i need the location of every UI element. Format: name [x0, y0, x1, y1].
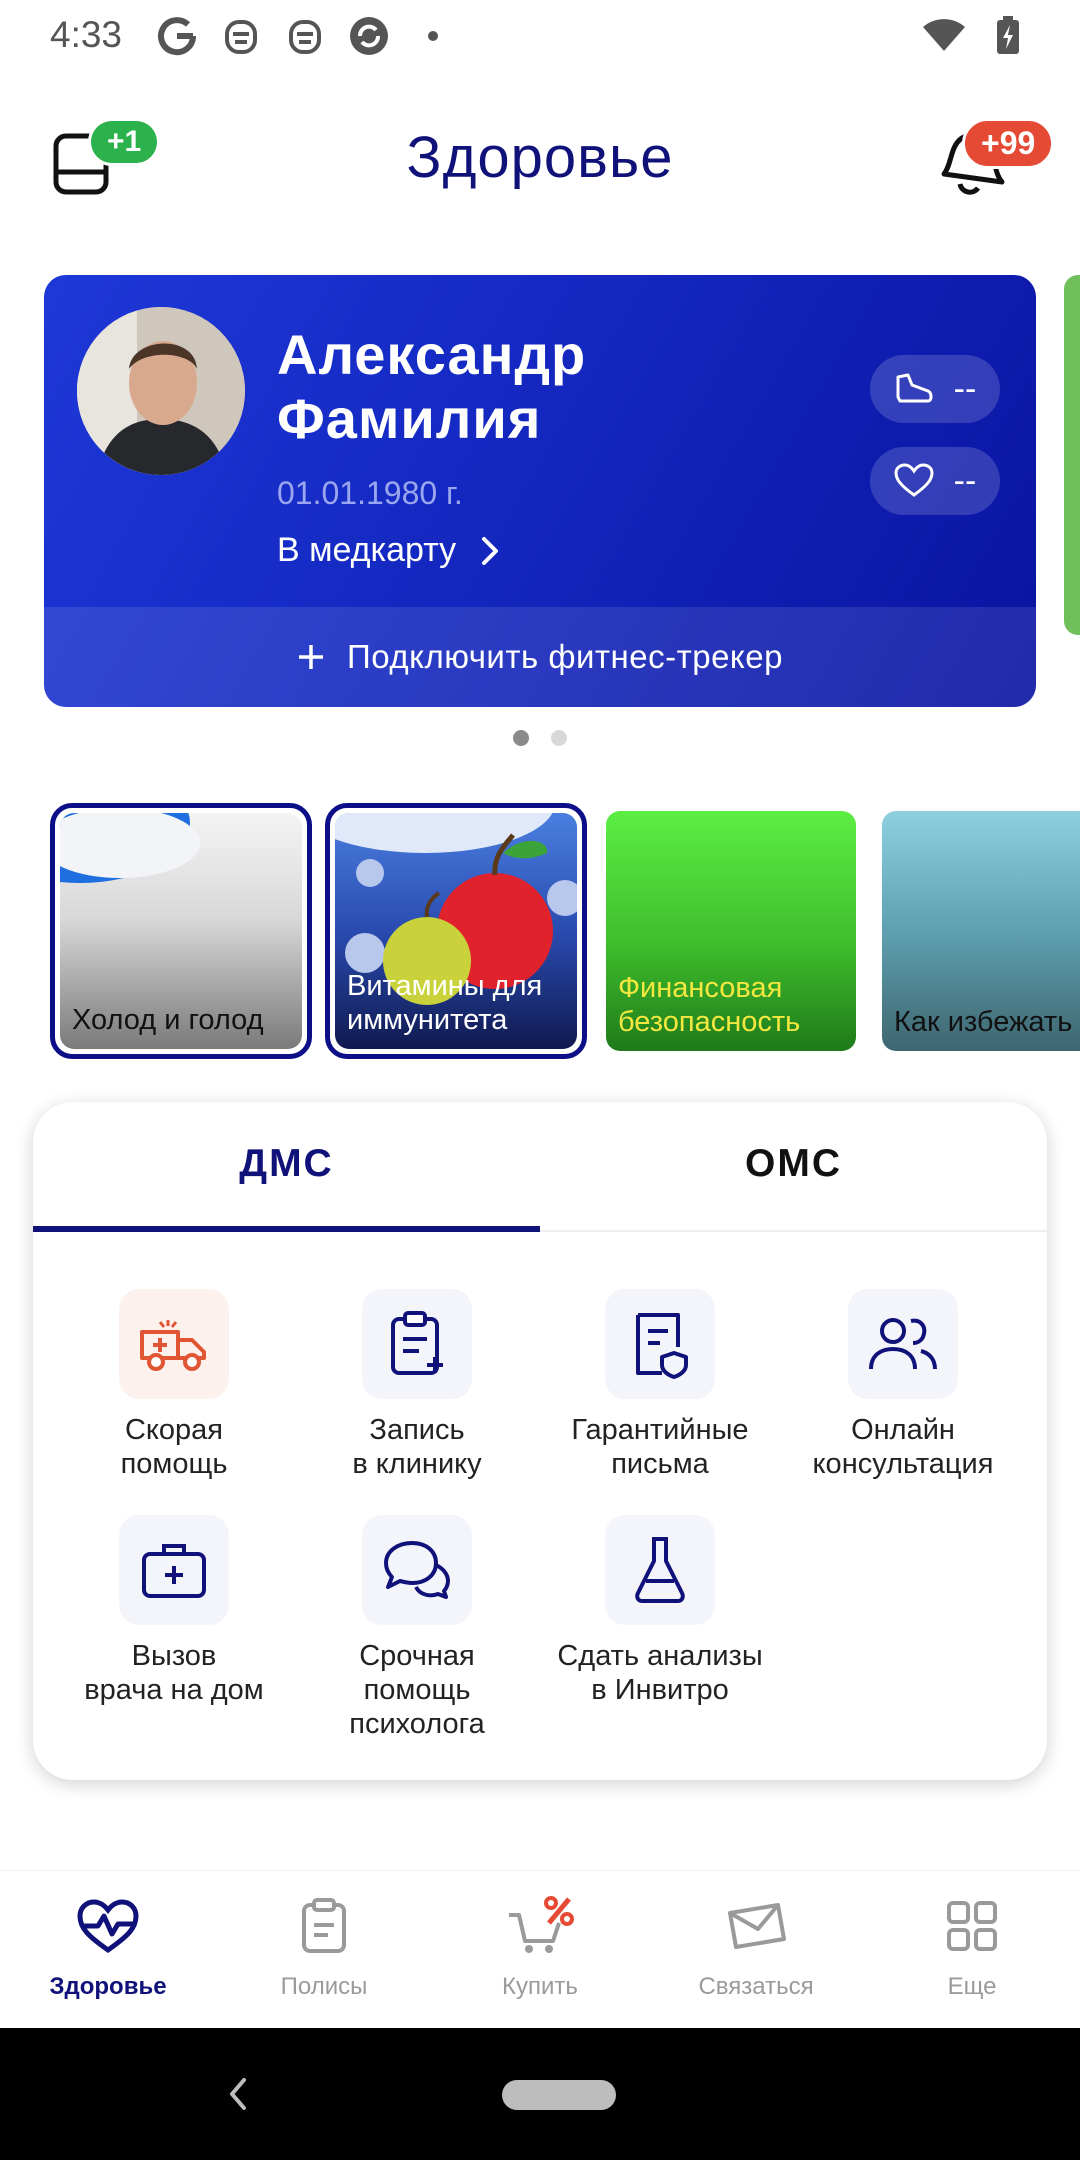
envelope-icon: [648, 1891, 864, 1961]
steps-value: --: [953, 369, 977, 408]
battery-charging-icon: [996, 16, 1020, 59]
bottom-nav: Здоровье Полисы Купить Связаться Еще: [0, 1870, 1080, 2028]
story-card[interactable]: Холод и голод: [50, 803, 312, 1059]
nav-label: Связаться: [698, 1973, 814, 2000]
steps-pill[interactable]: --: [870, 355, 1000, 423]
nav-health[interactable]: Здоровье: [0, 1891, 216, 2001]
medcard-link-label: В медкарту: [277, 531, 457, 569]
system-back-button[interactable]: [226, 2074, 250, 2119]
medkit-icon: [119, 1515, 229, 1625]
ambulance-icon: [119, 1289, 229, 1399]
heart-pulse-icon: [0, 1891, 216, 1961]
medcard-link[interactable]: В медкарту: [277, 531, 500, 570]
service-label: Срочная помощь психолога: [349, 1640, 485, 1740]
carousel-dot-active[interactable]: [513, 730, 529, 746]
profile-name: Александр Фамилия: [277, 323, 586, 451]
tab-dms[interactable]: ДМС: [33, 1142, 540, 1186]
wifi-icon: [922, 18, 966, 57]
status-system-icons: [922, 16, 1020, 59]
service-guarantee-letters[interactable]: Гарантийные письма: [540, 1289, 780, 1481]
sync-app-icon: [347, 14, 391, 58]
people-icon: [848, 1289, 958, 1399]
story-card[interactable]: Как избежать обморожения: [882, 811, 1080, 1051]
nav-label: Здоровье: [49, 1973, 167, 2000]
heart-value: --: [953, 461, 977, 500]
profile-first-name: Александр: [277, 323, 587, 386]
heart-icon: [894, 463, 934, 497]
profile-dob: 01.01.1980 г.: [277, 475, 463, 511]
insurance-tabs: ДМС ОМС: [33, 1102, 1047, 1232]
story-label: Холод и голод: [72, 1004, 264, 1036]
story-card[interactable]: Финансовая безопасность: [606, 811, 856, 1051]
app-notification-icon: [283, 14, 327, 58]
carousel-pagination: [0, 730, 1080, 746]
service-label: Вызов врача на дом: [84, 1640, 264, 1706]
profile-card[interactable]: Александр Фамилия 01.01.1980 г. В медкар…: [44, 275, 1036, 707]
nav-label: Купить: [502, 1973, 578, 2000]
nav-policies[interactable]: Полисы: [216, 1891, 432, 2001]
nav-buy[interactable]: Купить: [432, 1891, 648, 2001]
service-doctor-home-visit[interactable]: Вызов врача на дом: [54, 1515, 294, 1707]
tab-oms[interactable]: ОМС: [540, 1142, 1047, 1186]
service-label: Сдать анализы в Инвитро: [557, 1640, 763, 1706]
service-psychologist-help[interactable]: Срочная помощь психолога: [297, 1515, 537, 1741]
chat-bubbles-icon: [362, 1515, 472, 1625]
story-label: Витамины для иммунитета: [347, 970, 543, 1036]
service-label: Скорая помощь: [120, 1414, 228, 1480]
status-time: 4:33: [50, 14, 123, 55]
service-label: Запись в клинику: [352, 1414, 482, 1480]
carousel-dot[interactable]: [551, 730, 567, 746]
connect-tracker-label: Подключить фитнес-трекер: [347, 638, 783, 675]
sneaker-icon: [896, 373, 933, 403]
nav-contact[interactable]: Связаться: [648, 1891, 864, 2001]
service-label: Онлайн консультация: [812, 1414, 994, 1480]
clipboard-add-icon: [362, 1289, 472, 1399]
document-shield-icon: [605, 1289, 715, 1399]
flask-icon: [605, 1515, 715, 1625]
app-header: +1 Здоровье +99: [0, 110, 1080, 210]
page-title: Здоровье: [406, 125, 674, 190]
system-home-pill[interactable]: [502, 2080, 616, 2110]
service-online-consultation[interactable]: Онлайн консультация: [783, 1289, 1023, 1481]
story-label: Финансовая безопасность: [618, 972, 801, 1038]
clipboard-icon: [216, 1891, 432, 1961]
system-nav-bar: [0, 2028, 1080, 2160]
app-notification-icon: [219, 14, 263, 58]
service-clinic-appointment[interactable]: Запись в клинику: [297, 1289, 537, 1481]
more-notifications-dot-icon: [411, 14, 455, 58]
story-label: Как избежать обморожения: [894, 1006, 1080, 1038]
next-card-peek[interactable]: [1064, 275, 1080, 635]
back-chevron-icon: [230, 2078, 246, 2110]
active-tab-indicator: [33, 1226, 540, 1232]
cart-percent-icon: [432, 1891, 648, 1961]
notifications-badge: +99: [962, 118, 1055, 169]
profile-last-name: Фамилия: [277, 387, 542, 450]
plus-icon: [299, 645, 324, 669]
service-ambulance[interactable]: Скорая помощь: [54, 1289, 294, 1481]
grid-icon: [864, 1891, 1080, 1961]
chevron-right-icon: [482, 536, 499, 565]
status-notification-icons: [155, 14, 455, 58]
service-label: Гарантийные письма: [571, 1414, 749, 1480]
nav-more[interactable]: Еще: [864, 1891, 1080, 2001]
status-bar: 4:33: [0, 0, 1080, 80]
heart-rate-pill[interactable]: --: [870, 447, 1000, 515]
nav-label: Еще: [947, 1973, 997, 2000]
service-invitro-tests[interactable]: Сдать анализы в Инвитро: [540, 1515, 780, 1707]
connect-fitness-tracker-button[interactable]: Подключить фитнес-трекер: [44, 607, 1036, 707]
google-icon: [155, 14, 199, 58]
services-card: ДМС ОМС Скорая помощь Запись в клинику Г…: [33, 1102, 1047, 1780]
stories-row: Холод и голод Витамины для иммунитета Фи…: [50, 803, 1080, 1059]
story-card[interactable]: Витамины для иммунитета: [325, 803, 587, 1059]
nav-label: Полисы: [280, 1973, 368, 2000]
avatar: [77, 307, 245, 475]
